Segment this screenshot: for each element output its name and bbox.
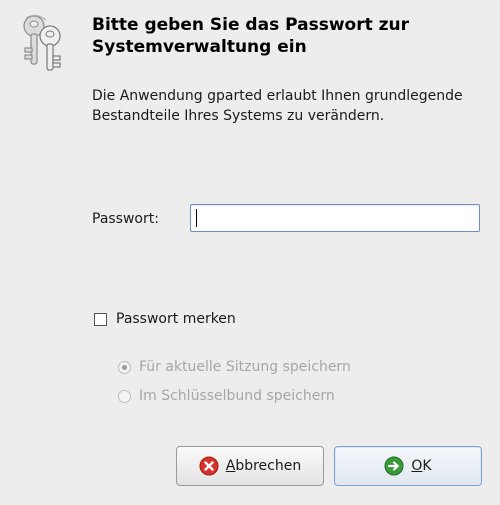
dialog-title: Bitte geben Sie das Passwort zur Systemv… (92, 15, 410, 57)
radio-session-row: Für aktuelle Sitzung speichern (118, 359, 351, 375)
ok-button-label: OK (411, 458, 431, 474)
password-input[interactable] (190, 204, 480, 232)
ok-button[interactable]: OK (334, 446, 482, 486)
radio-session (118, 360, 131, 374)
radio-keyring-row: Im Schlüsselbund speichern (118, 388, 335, 404)
radio-session-label: Für aktuelle Sitzung speichern (139, 359, 351, 375)
cancel-button-label: Abbrechen (226, 458, 301, 474)
cancel-icon (199, 456, 219, 476)
dialog-description: Die Anwendung gparted erlaubt Ihnen grun… (92, 88, 463, 124)
cancel-mnemonic: A (225, 458, 236, 474)
cancel-button[interactable]: Abbrechen (176, 446, 324, 486)
remember-password-checkbox[interactable] (94, 312, 107, 326)
radio-keyring-label: Im Schlüsselbund speichern (139, 388, 335, 404)
ok-arrow-icon (384, 456, 404, 476)
password-label: Passwort: (92, 211, 159, 227)
radio-keyring (118, 389, 131, 403)
cancel-label-rest: bbrechen (235, 458, 302, 474)
remember-password-checkbox-row[interactable]: Passwort merken (94, 311, 236, 327)
ok-mnemonic: O (411, 458, 423, 474)
keys-icon (23, 14, 61, 71)
remember-password-label[interactable]: Passwort merken (116, 311, 236, 327)
password-dialog: Bitte geben Sie das Passwort zur Systemv… (0, 0, 500, 505)
ok-label-rest: K (422, 458, 432, 474)
text-cursor (196, 209, 197, 227)
